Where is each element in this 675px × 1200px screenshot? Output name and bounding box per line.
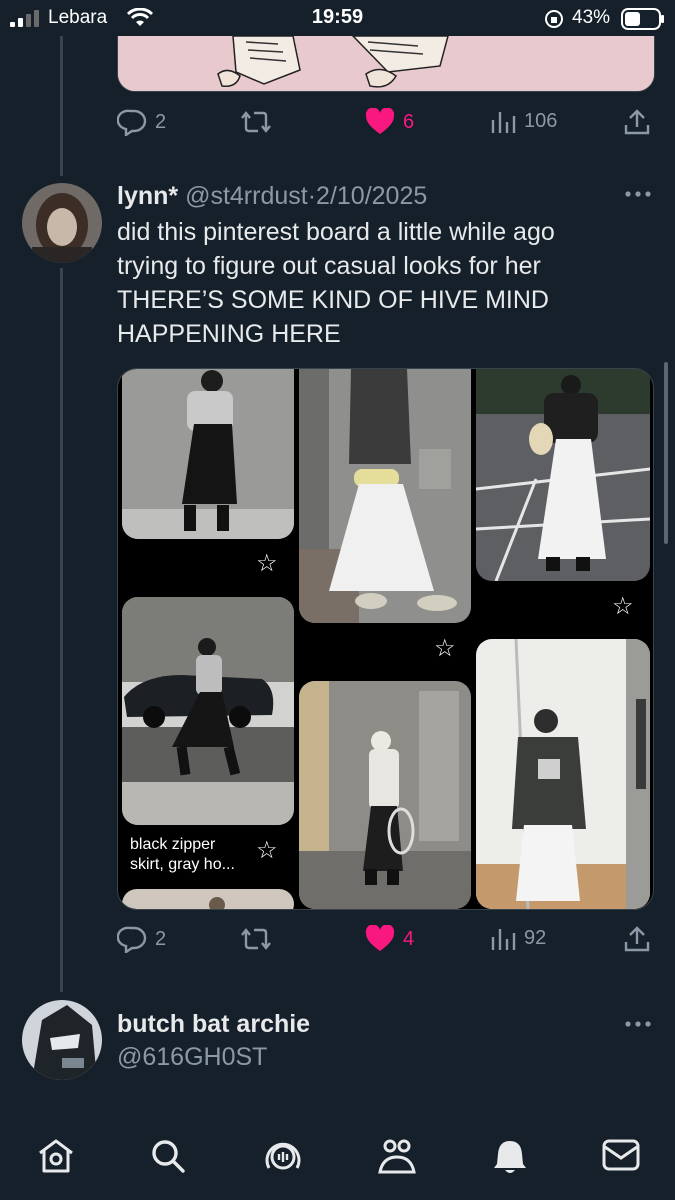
prev-media-illustration [118,36,654,91]
pin-image[interactable] [476,639,650,909]
lynn-avatar[interactable] [22,183,102,263]
spaces-icon[interactable] [264,1138,302,1176]
tweet-text: did this pinterest board a little while … [117,215,647,351]
prev-share-button[interactable] [624,108,650,136]
tweet-text-line: THERE’S SOME KIND OF HIVE MIND [117,286,549,314]
messages-icon[interactable] [602,1138,640,1172]
bottom-nav [0,1110,675,1200]
prev-tweet-media[interactable] [117,36,655,92]
more-icon[interactable] [624,1020,652,1028]
heart-icon [365,925,395,951]
pin-image[interactable] [122,369,294,539]
tweet-text-line: did this pinterest board a little while … [117,218,555,246]
pin-caption-line: black zipper [130,836,216,853]
star-icon[interactable]: ☆ [434,637,456,661]
prev-reply-count: 2 [155,110,167,133]
prev-retweet-button[interactable] [240,108,272,136]
retweet-icon [241,928,271,950]
prev-views-count: 106 [524,109,558,132]
display-name[interactable]: lynn* [117,182,178,210]
pin-image[interactable] [476,369,650,581]
pin-image[interactable] [122,889,294,909]
prev-like-count: 6 [403,110,415,133]
orientation-lock-icon [545,10,563,28]
views-count: 92 [524,926,547,949]
next-handle[interactable]: @616GH0ST [117,1043,310,1072]
avatar-image [22,1000,102,1080]
status-bar: Lebara 19:59 43% [0,0,675,36]
pin-image[interactable] [122,597,294,825]
reply-icon [117,109,147,136]
like-button[interactable]: 4 [365,925,414,953]
tweet-date[interactable]: 2/10/2025 [316,182,427,210]
avatar-image [22,183,102,263]
tweet-text-line: HAPPENING HERE [117,320,341,348]
archie-avatar[interactable] [22,1000,102,1080]
star-icon[interactable]: ☆ [612,595,634,619]
communities-icon[interactable] [377,1138,417,1176]
reply-icon [117,926,147,953]
thread-line-main [60,268,63,992]
like-count: 4 [403,927,415,950]
next-tweet-header: butch bat archie @616GH0ST [117,1010,310,1072]
pin-image[interactable] [299,681,471,909]
battery-icon [621,8,664,30]
share-button[interactable] [624,925,650,953]
share-icon [624,926,650,952]
reply-button[interactable]: 2 [117,925,166,953]
thread-line-top [60,36,63,176]
views-icon [491,929,516,950]
views-button[interactable]: 92 [490,925,546,951]
reply-count: 2 [155,927,167,950]
pin-caption: black zipper skirt, gray ho... [130,835,235,875]
more-icon[interactable] [624,190,652,198]
prev-views-button[interactable]: 106 [490,108,557,134]
retweet-button[interactable] [240,925,272,953]
notifications-icon[interactable] [492,1138,528,1176]
prev-like-button[interactable]: 6 [365,108,414,136]
tweet-header: lynn* @st4rrdust·2/10/2025 [117,182,427,211]
dot-separator: · [307,182,317,210]
retweet-icon [241,111,271,133]
pin-caption-line: skirt, gray ho... [130,856,235,873]
star-icon[interactable]: ☆ [256,552,278,576]
prev-reply-button[interactable]: 2 [117,108,166,136]
views-icon [491,112,516,133]
tweet-text-line: trying to figure out casual looks for he… [117,252,541,280]
scrollbar[interactable] [664,362,668,544]
share-icon [624,109,650,135]
battery-percent: 43% [572,7,611,28]
home-icon[interactable] [37,1138,75,1174]
pin-image[interactable] [299,369,471,623]
handle[interactable]: @st4rrdust [185,182,308,210]
heart-icon [365,108,395,134]
star-icon[interactable]: ☆ [256,839,278,863]
search-icon[interactable] [150,1138,186,1174]
next-display-name[interactable]: butch bat archie [117,1010,310,1039]
tweet-media[interactable]: ☆ black zipper skirt, gray ho... ☆ ☆ ☆ [117,368,654,910]
